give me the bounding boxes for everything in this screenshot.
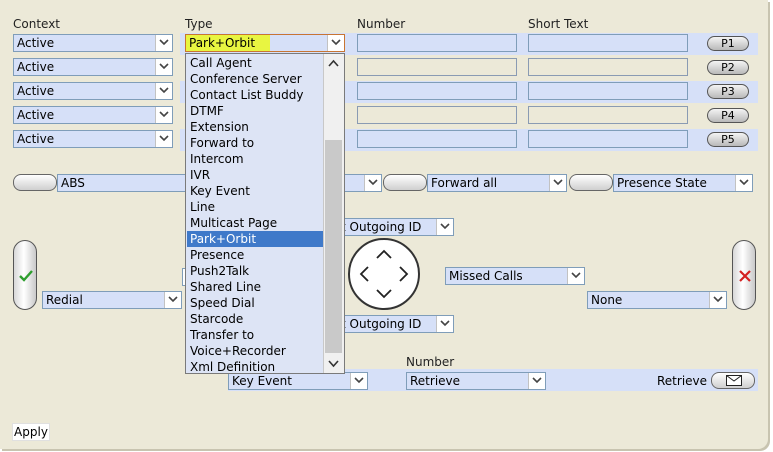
arrow-right-icon xyxy=(399,266,409,282)
number-input-1[interactable] xyxy=(357,34,517,52)
arrow-left-icon xyxy=(359,266,369,282)
p4-button[interactable]: P4 xyxy=(707,108,749,123)
chevron-down-icon xyxy=(155,131,172,147)
softkey-1-select[interactable]: ABS xyxy=(57,174,187,192)
context-select-2[interactable]: Active xyxy=(13,58,173,76)
dropdown-option[interactable]: Contact List Buddy xyxy=(187,87,323,103)
short-text-input-5[interactable] xyxy=(528,130,688,148)
p1-button[interactable]: P1 xyxy=(707,36,749,51)
dropdown-option[interactable]: Call Agent xyxy=(187,55,323,71)
x-mark-icon xyxy=(739,270,751,282)
context-select-1[interactable]: Active xyxy=(13,34,173,52)
chevron-down-icon xyxy=(155,83,172,99)
chevron-down-icon xyxy=(164,292,181,308)
dropdown-option[interactable]: Park+Orbit xyxy=(187,231,323,247)
chevron-down-icon xyxy=(327,35,344,51)
arrow-down-icon xyxy=(376,289,392,299)
arrow-up-icon xyxy=(376,249,392,259)
header-context: Context xyxy=(13,17,61,31)
context-select-3[interactable]: Active xyxy=(13,82,173,100)
chevron-down-icon xyxy=(155,59,172,75)
short-text-input-4[interactable] xyxy=(528,106,688,124)
dropdown-option[interactable]: Xml Definition xyxy=(187,359,323,373)
retrieve-label: Retrieve xyxy=(657,374,708,388)
dropdown-option[interactable]: Conference Server xyxy=(187,71,323,87)
context-select-5[interactable]: Active xyxy=(13,130,173,148)
none-select[interactable]: None xyxy=(587,291,727,309)
number-input-2[interactable] xyxy=(357,58,517,76)
scroll-down-icon[interactable] xyxy=(328,360,339,368)
message-button[interactable] xyxy=(711,372,755,389)
dropdown-option[interactable]: Extension xyxy=(187,119,323,135)
number-input-3[interactable] xyxy=(357,82,517,100)
envelope-icon xyxy=(726,375,742,386)
softkey-3-select[interactable]: Forward all xyxy=(427,174,567,192)
dropdown-option[interactable]: Multicast Page xyxy=(187,215,323,231)
bottom-number-header: Number xyxy=(406,355,455,369)
p5-button[interactable]: P5 xyxy=(707,132,749,147)
header-short-text: Short Text xyxy=(528,17,589,31)
number-input-4[interactable] xyxy=(357,106,517,124)
redial-select[interactable]: Redial xyxy=(42,291,182,309)
chevron-down-icon xyxy=(549,175,566,191)
chevron-down-icon xyxy=(155,107,172,123)
chevron-down-icon xyxy=(436,316,453,332)
softkey-3-button[interactable] xyxy=(383,174,427,191)
dropdown-option[interactable]: Voice+Recorder xyxy=(187,343,323,359)
dropdown-option[interactable]: Presence xyxy=(187,247,323,263)
dropdown-scroll-thumb[interactable] xyxy=(325,140,342,353)
type-select-1[interactable]: Park+Orbit xyxy=(185,34,345,52)
header-type: Type xyxy=(185,17,213,31)
apply-button[interactable]: Apply xyxy=(12,423,50,441)
missed-calls-select[interactable]: Missed Calls xyxy=(445,267,585,285)
p3-button[interactable]: P3 xyxy=(707,84,749,99)
cancel-button[interactable] xyxy=(732,240,756,310)
chevron-down-icon xyxy=(364,175,381,191)
softkey-2-select[interactable] xyxy=(340,174,382,192)
scroll-up-icon[interactable] xyxy=(328,59,339,67)
chevron-down-icon xyxy=(567,268,584,284)
header-number: Number xyxy=(357,17,406,31)
checkmark-icon xyxy=(19,270,33,282)
chevron-down-icon xyxy=(155,35,172,51)
dropdown-option[interactable]: Speed Dial xyxy=(187,295,323,311)
dropdown-option[interactable]: Transfer to xyxy=(187,327,323,343)
short-text-input-1[interactable] xyxy=(528,34,688,52)
softkey-4-select[interactable]: Presence State xyxy=(613,174,753,192)
phone-config-panel: Context Type Number Short Text Active Ac… xyxy=(0,0,768,449)
dropdown-scrollbar[interactable] xyxy=(323,54,344,373)
dropdown-option[interactable]: Intercom xyxy=(187,151,323,167)
outgoing-id-select-bottom[interactable]: t Outgoing ID xyxy=(340,315,454,333)
key-event-select[interactable]: Key Event xyxy=(228,372,368,390)
dropdown-option[interactable]: Forward to xyxy=(187,135,323,151)
softkey-4-button[interactable] xyxy=(569,174,613,191)
dropdown-option[interactable]: Shared Line xyxy=(187,279,323,295)
retrieve-select[interactable]: Retrieve xyxy=(406,372,546,390)
directional-pad-icon[interactable] xyxy=(348,238,420,310)
short-text-input-2[interactable] xyxy=(528,58,688,76)
dropdown-option[interactable]: Push2Talk xyxy=(187,263,323,279)
chevron-down-icon xyxy=(350,373,367,389)
chevron-down-icon xyxy=(436,219,453,235)
context-select-4[interactable]: Active xyxy=(13,106,173,124)
chevron-down-icon xyxy=(528,373,545,389)
outgoing-id-select-top[interactable]: t Outgoing ID xyxy=(340,218,454,236)
ok-button[interactable] xyxy=(13,240,37,310)
type-dropdown-list[interactable]: Call Agent Conference Server Contact List … xyxy=(185,53,345,374)
chevron-down-icon xyxy=(709,292,726,308)
dropdown-option[interactable]: Starcode xyxy=(187,311,323,327)
dropdown-option[interactable]: IVR xyxy=(187,167,323,183)
number-input-5[interactable] xyxy=(357,130,517,148)
softkey-1-button[interactable] xyxy=(13,174,57,191)
dropdown-option[interactable]: Line xyxy=(187,199,323,215)
short-text-input-3[interactable] xyxy=(528,82,688,100)
p2-button[interactable]: P2 xyxy=(707,60,749,75)
chevron-down-icon xyxy=(735,175,752,191)
dropdown-option[interactable]: Key Event xyxy=(187,183,323,199)
dropdown-option[interactable]: DTMF xyxy=(187,103,323,119)
